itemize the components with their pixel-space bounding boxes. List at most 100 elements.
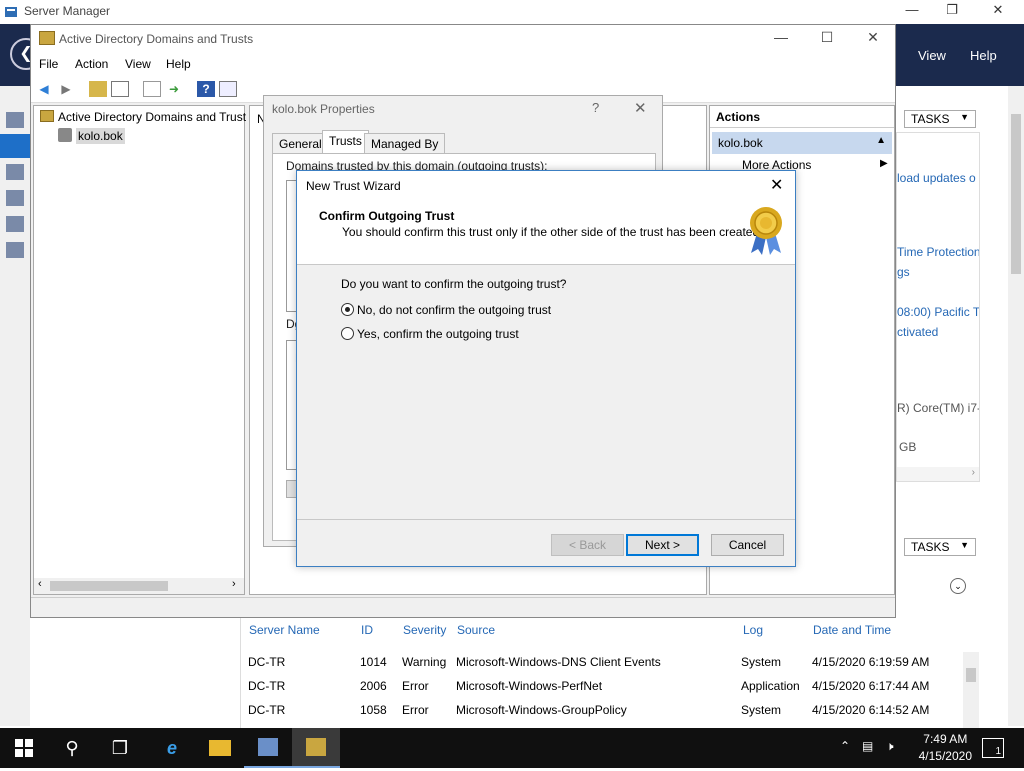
start-button[interactable] bbox=[0, 728, 48, 768]
status-bar bbox=[31, 597, 895, 617]
tab-managed-by[interactable]: Managed By bbox=[364, 133, 446, 153]
tab-general[interactable]: General bbox=[272, 133, 329, 153]
chevron-left-icon[interactable]: ‹ bbox=[38, 578, 42, 590]
ad-titlebar: Active Directory Domains and Trusts — ☐ … bbox=[31, 25, 895, 53]
wizard-body: Do you want to confirm the outgoing trus… bbox=[297, 265, 795, 520]
wizard-heading: Confirm Outgoing Trust bbox=[319, 209, 455, 223]
updates-link[interactable]: load updates o bbox=[897, 171, 976, 185]
cell-id: 1058 bbox=[360, 703, 387, 717]
maximize-button[interactable]: ☐ bbox=[817, 29, 837, 46]
action-pane-icon[interactable] bbox=[219, 81, 237, 97]
dashboard-icon[interactable] bbox=[6, 112, 24, 128]
menu-file[interactable]: File bbox=[39, 57, 58, 71]
menu-help[interactable]: Help bbox=[166, 57, 191, 71]
minimize-button[interactable]: — bbox=[771, 29, 791, 45]
ad-ds-icon[interactable] bbox=[6, 190, 24, 206]
col-server-name[interactable]: Server Name bbox=[249, 623, 320, 637]
tasks-dropdown-top[interactable]: TASKS ▼ bbox=[904, 110, 976, 128]
tab-trusts[interactable]: Trusts bbox=[322, 130, 369, 154]
time-protection-link[interactable]: Time Protection bbox=[897, 245, 979, 259]
radio-no-confirm-label[interactable]: No, do not confirm the outgoing trust bbox=[357, 303, 551, 317]
forward-arrow-icon[interactable]: ▶ bbox=[57, 81, 75, 97]
chevron-up-icon[interactable]: ⌃ bbox=[840, 739, 850, 753]
timezone-link[interactable]: 08:00) Pacific Ti bbox=[897, 305, 979, 319]
col-severity[interactable]: Severity bbox=[403, 623, 446, 637]
wizard-subheading: You should confirm this trust only if th… bbox=[342, 225, 763, 239]
tree-root-item[interactable]: Active Directory Domains and Trust bbox=[58, 110, 246, 124]
file-services-icon[interactable] bbox=[6, 242, 24, 258]
all-servers-icon[interactable] bbox=[6, 164, 24, 180]
col-date-time[interactable]: Date and Time bbox=[813, 623, 891, 637]
close-button[interactable]: ✕ bbox=[988, 2, 1008, 18]
dns-icon[interactable] bbox=[6, 216, 24, 232]
notification-center-icon[interactable]: 1 bbox=[982, 738, 1004, 758]
properties-title: kolo.bok Properties bbox=[272, 102, 375, 116]
scrollbar-thumb[interactable] bbox=[1011, 114, 1021, 274]
server-manager-scrollbar[interactable] bbox=[1008, 86, 1024, 726]
cell-log: Application bbox=[741, 679, 800, 693]
chevron-right-icon[interactable]: › bbox=[897, 467, 979, 481]
clock-date: 4/15/2020 bbox=[918, 749, 972, 763]
events-scrollbar[interactable] bbox=[963, 652, 979, 728]
wizard-titlebar: New Trust Wizard ✕ bbox=[297, 171, 795, 199]
help-icon[interactable]: ? bbox=[197, 81, 215, 97]
cell-server: DC-TR bbox=[248, 679, 286, 693]
console-tree: Active Directory Domains and Trust kolo.… bbox=[33, 105, 246, 595]
expand-icon[interactable]: ⌄ bbox=[950, 578, 966, 594]
close-icon[interactable]: ✕ bbox=[634, 99, 647, 117]
tree-item-kolo-bok[interactable]: kolo.bok bbox=[76, 128, 125, 144]
close-icon[interactable]: ✕ bbox=[770, 175, 783, 195]
task-view-icon[interactable]: ❐ bbox=[96, 728, 144, 768]
menu-help[interactable]: Help bbox=[970, 48, 997, 63]
server-manager-nav bbox=[0, 86, 30, 726]
col-id[interactable]: ID bbox=[361, 623, 373, 637]
menu-view[interactable]: View bbox=[918, 48, 946, 63]
scrollbar-thumb[interactable] bbox=[966, 668, 976, 682]
radio-no-confirm[interactable] bbox=[341, 303, 354, 316]
events-table: Server Name ID Severity Source Log Date … bbox=[240, 618, 980, 728]
clock-time: 7:49 AM bbox=[923, 732, 968, 746]
file-explorer-icon[interactable] bbox=[196, 728, 244, 768]
new-trust-wizard: New Trust Wizard ✕ Confirm Outgoing Trus… bbox=[296, 170, 796, 567]
chevron-down-icon: ▼ bbox=[960, 112, 969, 122]
up-folder-icon[interactable] bbox=[89, 81, 107, 97]
scrollbar-thumb[interactable] bbox=[50, 581, 168, 591]
server-manager-taskbar-icon[interactable] bbox=[244, 728, 292, 768]
menu-action[interactable]: Action bbox=[75, 57, 108, 71]
activation-link[interactable]: ctivated bbox=[897, 325, 938, 339]
cell-server: DC-TR bbox=[248, 655, 286, 669]
network-icon[interactable]: ▤ bbox=[862, 739, 873, 753]
properties-icon[interactable] bbox=[143, 81, 161, 97]
cell-source: Microsoft-Windows-GroupPolicy bbox=[456, 703, 627, 717]
ad-trusts-taskbar-icon[interactable] bbox=[292, 728, 340, 768]
chevron-right-icon[interactable]: › bbox=[232, 578, 236, 590]
actions-kolo-bok[interactable]: kolo.bok ▲ bbox=[712, 132, 892, 154]
tasks-dropdown-bottom[interactable]: TASKS ▼ bbox=[904, 538, 976, 556]
maximize-button[interactable]: ❐ bbox=[942, 2, 962, 18]
windows-logo-icon bbox=[15, 739, 33, 757]
volume-muted-icon[interactable]: 🕨 bbox=[886, 739, 894, 754]
col-log[interactable]: Log bbox=[743, 623, 763, 637]
col-source[interactable]: Source bbox=[457, 623, 495, 637]
cell-source: Microsoft-Windows-DNS Client Events bbox=[456, 655, 661, 669]
local-server-icon[interactable] bbox=[0, 134, 30, 158]
help-question-button[interactable]: ? bbox=[592, 100, 599, 115]
settings-link[interactable]: gs bbox=[897, 265, 910, 279]
collapse-up-icon[interactable]: ▲ bbox=[876, 135, 886, 146]
back-button[interactable]: < Back bbox=[551, 534, 624, 556]
radio-yes-confirm[interactable] bbox=[341, 327, 354, 340]
export-list-icon[interactable]: ➜ bbox=[165, 81, 183, 97]
back-arrow-icon[interactable]: ◀ bbox=[35, 81, 53, 97]
next-button[interactable]: Next > bbox=[626, 534, 699, 556]
system-clock[interactable]: 7:49 AM 4/15/2020 bbox=[919, 731, 972, 765]
tree-horizontal-scrollbar[interactable]: ‹ › bbox=[34, 578, 244, 594]
show-hide-tree-icon[interactable] bbox=[111, 81, 129, 97]
menu-view[interactable]: View bbox=[125, 57, 151, 71]
minimize-button[interactable]: — bbox=[902, 2, 922, 17]
search-icon[interactable]: ⚲ bbox=[48, 728, 96, 768]
internet-explorer-icon[interactable]: e bbox=[148, 728, 196, 768]
cancel-button[interactable]: Cancel bbox=[711, 534, 784, 556]
cell-source: Microsoft-Windows-PerfNet bbox=[456, 679, 603, 693]
close-button[interactable]: ✕ bbox=[863, 29, 883, 46]
radio-yes-confirm-label[interactable]: Yes, confirm the outgoing trust bbox=[357, 327, 519, 341]
